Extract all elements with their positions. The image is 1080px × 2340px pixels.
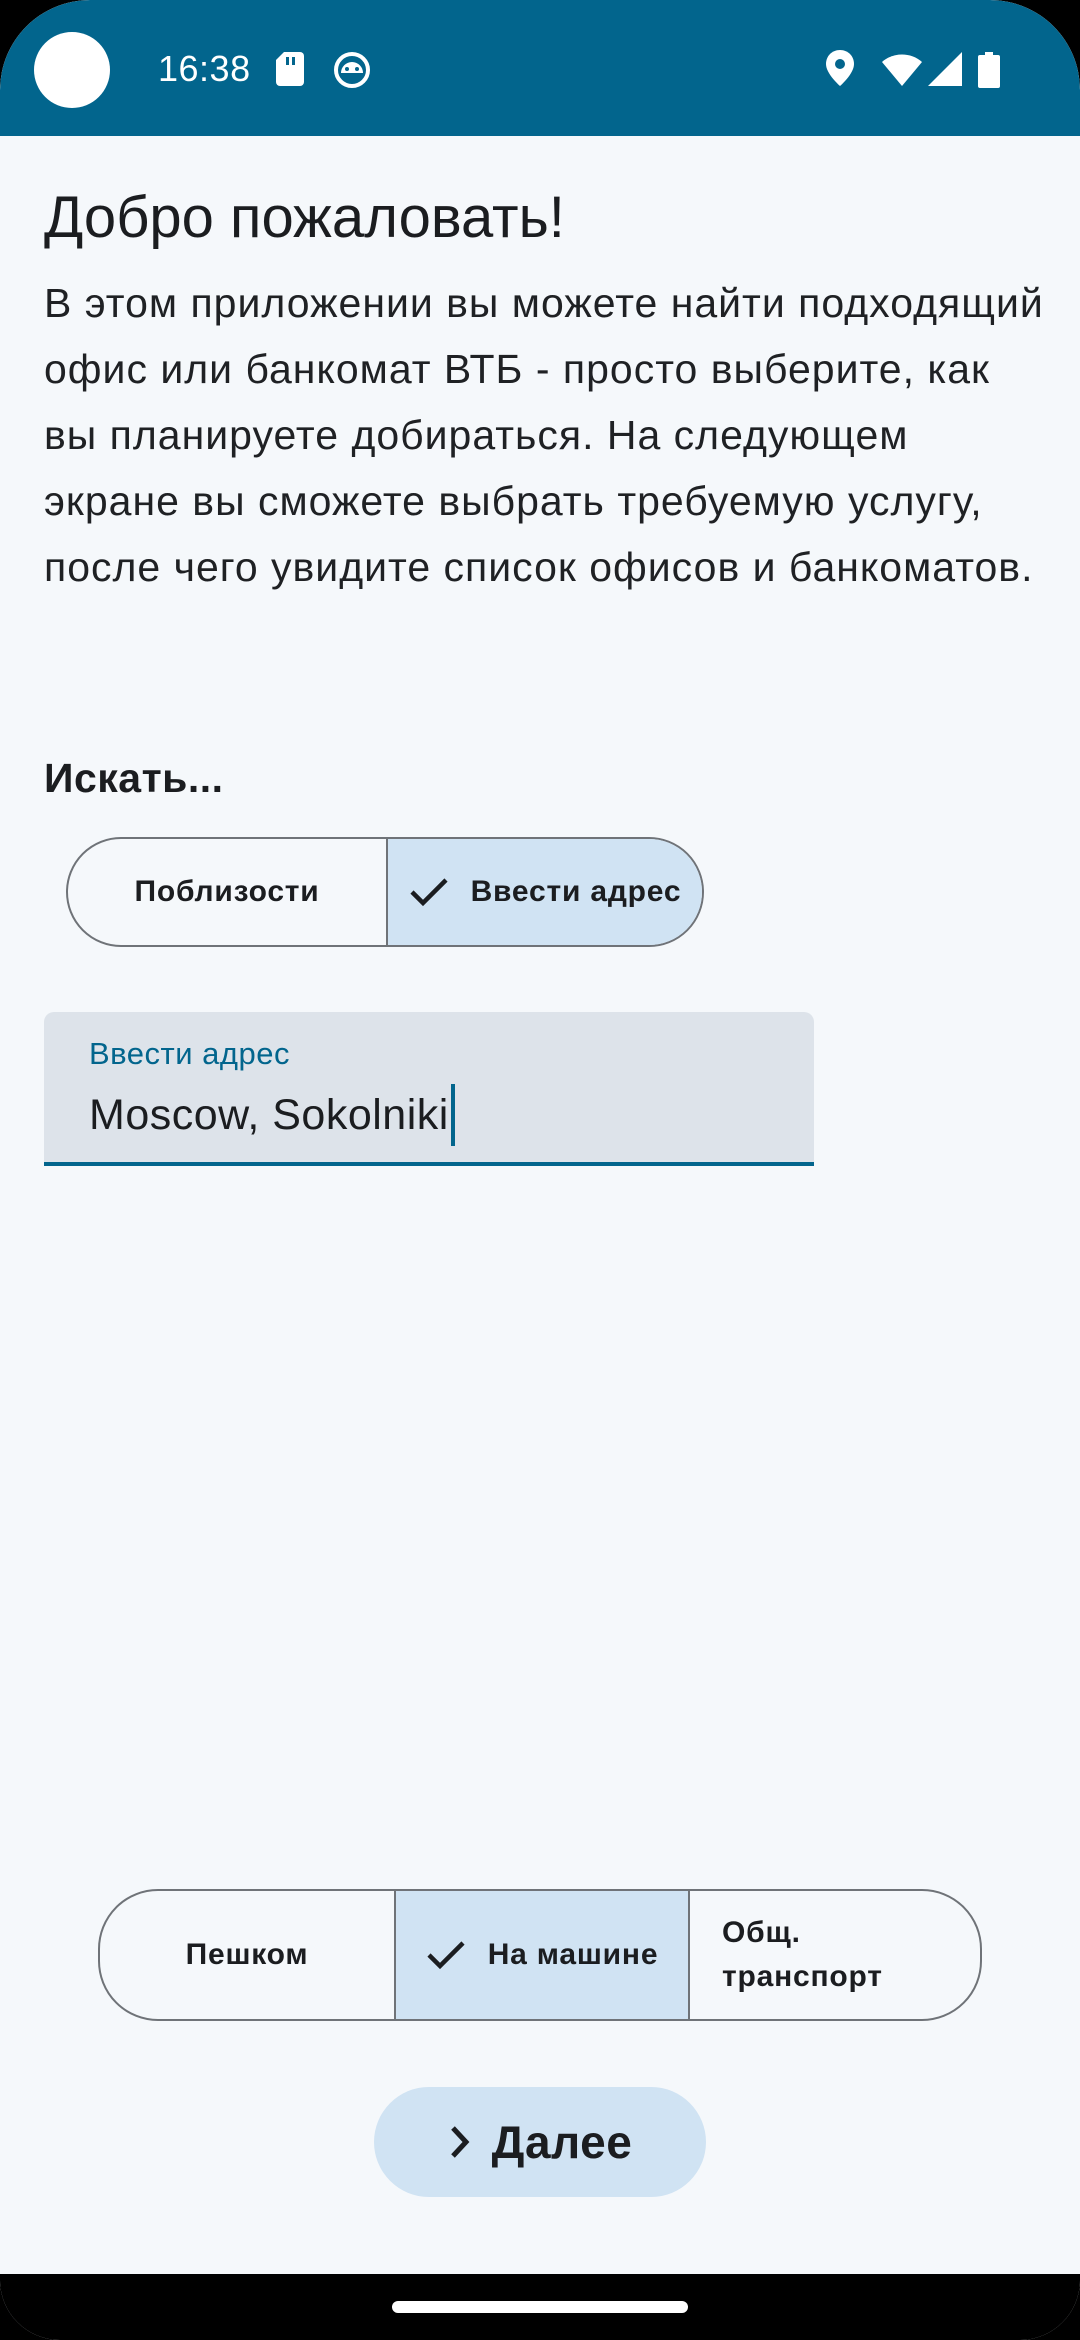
address-field[interactable]: Ввести адрес Moscow, Sokolniki [44, 1012, 814, 1166]
status-time: 16:38 [158, 48, 251, 89]
search-nearby-button[interactable]: Поблизости [68, 839, 386, 945]
search-label: Искать... [44, 755, 224, 801]
battery-icon [978, 52, 1000, 93]
check-icon [409, 876, 449, 908]
home-handle[interactable] [392, 2301, 688, 2313]
check-icon [426, 1939, 466, 1971]
next-button[interactable]: Далее [374, 2087, 706, 2197]
transport-walk-button[interactable]: Пешком [100, 1891, 394, 2019]
location-icon [826, 50, 854, 91]
search-address-label: Ввести адрес [470, 875, 682, 908]
search-mode-toggle: Поблизости Ввести адрес [66, 837, 704, 947]
address-field-value: Moscow, Sokolniki [89, 1090, 449, 1139]
status-bar: 16:38 [0, 0, 1080, 136]
search-nearby-label: Поблизости [134, 875, 320, 908]
sd-card-icon [276, 52, 304, 91]
page-title: Добро пожаловать! [44, 185, 565, 250]
next-button-label: Далее [491, 2116, 633, 2168]
android-bot-icon [334, 52, 370, 93]
address-field-label: Ввести адрес [89, 1036, 290, 1071]
search-address-button[interactable]: Ввести адрес [386, 839, 702, 945]
transport-car-button[interactable]: На машине [394, 1891, 688, 2019]
wifi-icon [882, 54, 922, 91]
transport-walk-label: Пешком [185, 1938, 309, 1971]
transport-public-button[interactable]: Общ. транспорт [688, 1891, 980, 2019]
app-screen: 16:38 Добро пожаловать! В этом приложени… [0, 0, 1080, 2340]
transport-car-label: На машине [487, 1938, 659, 1971]
transport-mode-toggle: Пешком На машине Общ. транспорт [98, 1889, 982, 2021]
chevron-right-icon [448, 2124, 472, 2160]
camera-cutout [34, 32, 110, 108]
text-cursor [450, 1084, 455, 1146]
signal-icon [928, 52, 962, 91]
transport-public-label: Общ. транспорт [722, 1916, 883, 1993]
address-field-value-wrap: Moscow, Sokolniki [89, 1084, 455, 1146]
intro-text: В этом приложении вы можете найти подход… [44, 280, 1044, 590]
